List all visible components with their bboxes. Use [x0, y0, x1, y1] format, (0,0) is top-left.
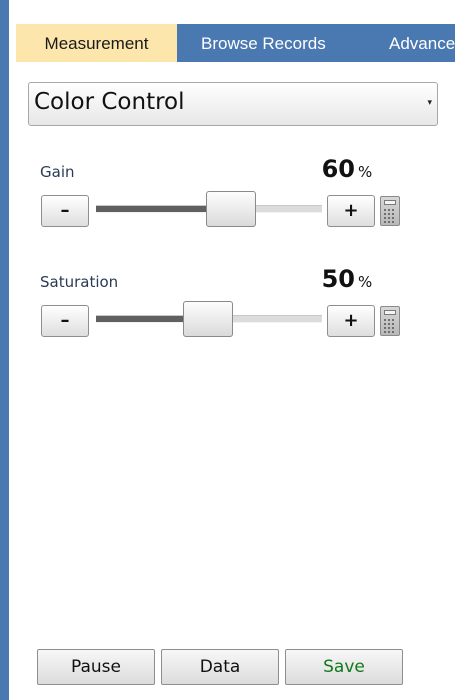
gain-unit: % [358, 163, 373, 181]
gain-decrease-button[interactable]: – [41, 195, 89, 227]
mode-select-dropdown[interactable]: Color Control ▾ [28, 82, 438, 126]
app-window: Measurement Browse Records Advance Color… [0, 0, 455, 700]
tab-bar: Measurement Browse Records Advance [16, 24, 455, 62]
saturation-unit: % [358, 273, 373, 291]
saturation-increase-button[interactable]: + [327, 305, 375, 337]
saturation-calculator-icon[interactable] [380, 306, 400, 336]
pause-button[interactable]: Pause [37, 649, 155, 685]
gain-label: Gain [40, 163, 75, 181]
saturation-label: Saturation [40, 273, 119, 291]
save-button[interactable]: Save [285, 649, 403, 685]
mode-select-value: Color Control [34, 89, 185, 115]
tab-measurement[interactable]: Measurement [16, 24, 177, 62]
tab-advanced[interactable]: Advance [389, 24, 455, 62]
data-button[interactable]: Data [161, 649, 279, 685]
saturation-slider-thumb[interactable] [183, 301, 233, 337]
top-strip [9, 0, 455, 20]
saturation-decrease-button[interactable]: – [41, 305, 89, 337]
gain-value: 60 [321, 155, 355, 183]
left-accent-bar [0, 0, 9, 700]
dropdown-arrow-icon: ▾ [427, 98, 432, 108]
gain-calculator-icon[interactable] [380, 196, 400, 226]
gain-increase-button[interactable]: + [327, 195, 375, 227]
gain-slider-fill [96, 206, 211, 212]
saturation-value: 50 [321, 265, 355, 293]
saturation-slider-fill [96, 316, 192, 322]
gain-slider-thumb[interactable] [206, 191, 256, 227]
tab-browse-records[interactable]: Browse Records [201, 24, 326, 62]
